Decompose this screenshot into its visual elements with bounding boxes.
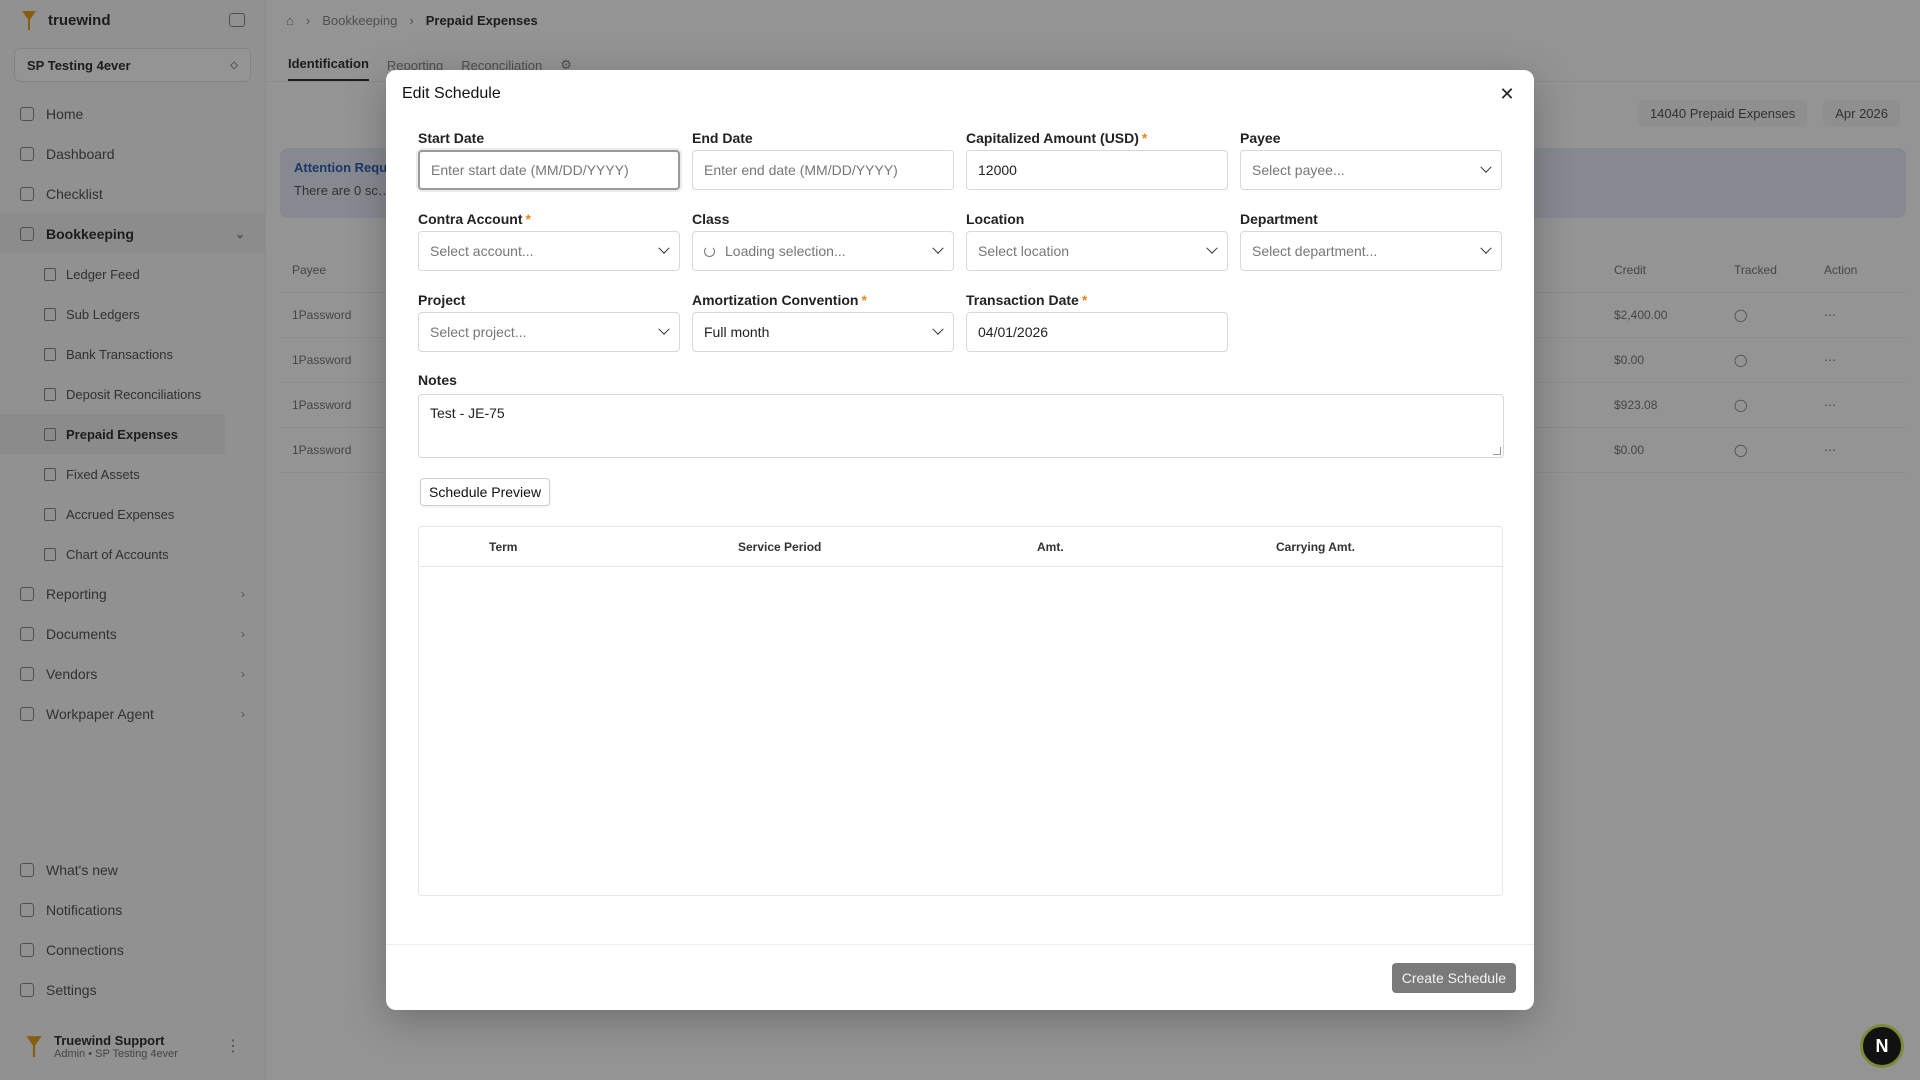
schedule-preview-table: Term Service Period Amt. Carrying Amt. <box>418 526 1503 896</box>
label-text: Contra Account <box>418 211 523 227</box>
class-select[interactable]: Loading selection... <box>692 231 954 271</box>
transaction-date-value: 04/01/2026 <box>978 324 1049 340</box>
transaction-date-label: Transaction Date * <box>966 288 1228 312</box>
transaction-date-field: Transaction Date * 04/01/2026 <box>966 288 1228 369</box>
chevron-down-icon <box>658 323 670 335</box>
payee-select[interactable]: Select payee... <box>1240 150 1502 190</box>
amortization-convention-value: Full month <box>704 324 770 340</box>
payee-placeholder: Select payee... <box>1252 162 1345 178</box>
department-label: Department <box>1240 211 1318 227</box>
help-launcher-button[interactable]: N <box>1860 1024 1904 1068</box>
project-label: Project <box>418 292 466 308</box>
start-date-label: Start Date <box>418 130 485 146</box>
notes-value: Test - JE-75 <box>430 405 505 421</box>
contra-account-label: Contra Account * <box>418 207 680 231</box>
capitalized-amount-label: Capitalized Amount (USD) * <box>966 126 1228 150</box>
chevron-down-icon <box>1206 242 1218 254</box>
required-marker: * <box>1141 130 1148 146</box>
column-header-service-period: Service Period <box>738 539 822 554</box>
payee-label: Payee <box>1240 130 1281 146</box>
project-select[interactable]: Select project... <box>418 312 680 352</box>
location-placeholder: Select location <box>978 243 1070 259</box>
loading-spinner-icon <box>704 245 715 257</box>
chevron-down-icon <box>932 323 944 335</box>
payee-field: Payee Select payee... <box>1240 126 1502 207</box>
department-placeholder: Select department... <box>1252 243 1378 259</box>
chevron-down-icon <box>1480 242 1492 254</box>
start-date-field: Start Date Enter start date (MM/DD/YYYY) <box>418 126 680 207</box>
contra-account-placeholder: Select account... <box>430 243 534 259</box>
required-marker: * <box>861 292 867 308</box>
schedule-preview-button[interactable]: Schedule Preview <box>420 478 551 506</box>
start-date-placeholder: Enter start date (MM/DD/YYYY) <box>431 162 629 178</box>
contra-account-field: Contra Account * Select account... <box>418 207 680 288</box>
project-field: Project Select project... <box>418 288 680 369</box>
end-date-input[interactable]: Enter end date (MM/DD/YYYY) <box>692 150 954 190</box>
amortization-convention-field: Amortization Convention * Full month <box>692 288 954 369</box>
required-marker: * <box>1081 292 1088 308</box>
class-label: Class <box>692 211 730 227</box>
schedule-form: Start Date Enter start date (MM/DD/YYYY)… <box>418 126 1502 369</box>
required-marker: * <box>525 211 531 227</box>
project-placeholder: Select project... <box>430 324 527 340</box>
resize-handle-icon[interactable] <box>1493 447 1501 455</box>
end-date-field: End Date Enter end date (MM/DD/YYYY) <box>692 126 954 207</box>
label-text: Transaction Date <box>966 292 1079 308</box>
end-date-label: End Date <box>692 130 753 146</box>
class-field: Class Loading selection... <box>692 207 954 288</box>
notes-textarea[interactable]: Test - JE-75 <box>418 394 1504 458</box>
column-header-amt: Amt. <box>1037 539 1064 554</box>
table-header: Term Service Period Amt. Carrying Amt. <box>419 527 1502 567</box>
location-field: Location Select location <box>966 207 1228 288</box>
dialog-header: Edit Schedule ✕ <box>386 70 1534 118</box>
label-text: Capitalized Amount (USD) <box>966 130 1139 146</box>
end-date-placeholder: Enter end date (MM/DD/YYYY) <box>704 162 898 178</box>
department-select[interactable]: Select department... <box>1240 231 1502 271</box>
capitalized-amount-field: Capitalized Amount (USD) * 12000 <box>966 126 1228 207</box>
chevron-down-icon <box>932 242 944 254</box>
contra-account-select[interactable]: Select account... <box>418 231 680 271</box>
close-icon[interactable]: ✕ <box>1496 83 1518 105</box>
start-date-input[interactable]: Enter start date (MM/DD/YYYY) <box>418 150 680 190</box>
column-header-term: Term <box>489 539 518 554</box>
transaction-date-input[interactable]: 04/01/2026 <box>966 312 1228 352</box>
capitalized-amount-input[interactable]: 12000 <box>966 150 1228 190</box>
create-schedule-button[interactable]: Create Schedule <box>1391 963 1516 993</box>
notes-field: Notes Test - JE-75 <box>418 368 1504 458</box>
location-label: Location <box>966 211 1025 227</box>
amortization-convention-select[interactable]: Full month <box>692 312 954 352</box>
edit-schedule-dialog: Edit Schedule ✕ Start Date Enter start d… <box>386 70 1534 1010</box>
amortization-convention-label: Amortization Convention * <box>692 288 954 312</box>
chevron-down-icon <box>1480 161 1492 173</box>
chevron-down-icon <box>658 242 670 254</box>
location-select[interactable]: Select location <box>966 231 1228 271</box>
dialog-title: Edit Schedule <box>402 85 501 102</box>
class-loading-text: Loading selection... <box>725 243 846 259</box>
dialog-footer: Create Schedule <box>386 944 1534 1010</box>
notes-label: Notes <box>418 372 457 388</box>
label-text: Amortization Convention <box>692 292 859 308</box>
column-header-carrying-amt: Carrying Amt. <box>1276 539 1355 554</box>
department-field: Department Select department... <box>1240 207 1502 288</box>
capitalized-amount-value: 12000 <box>978 162 1017 178</box>
